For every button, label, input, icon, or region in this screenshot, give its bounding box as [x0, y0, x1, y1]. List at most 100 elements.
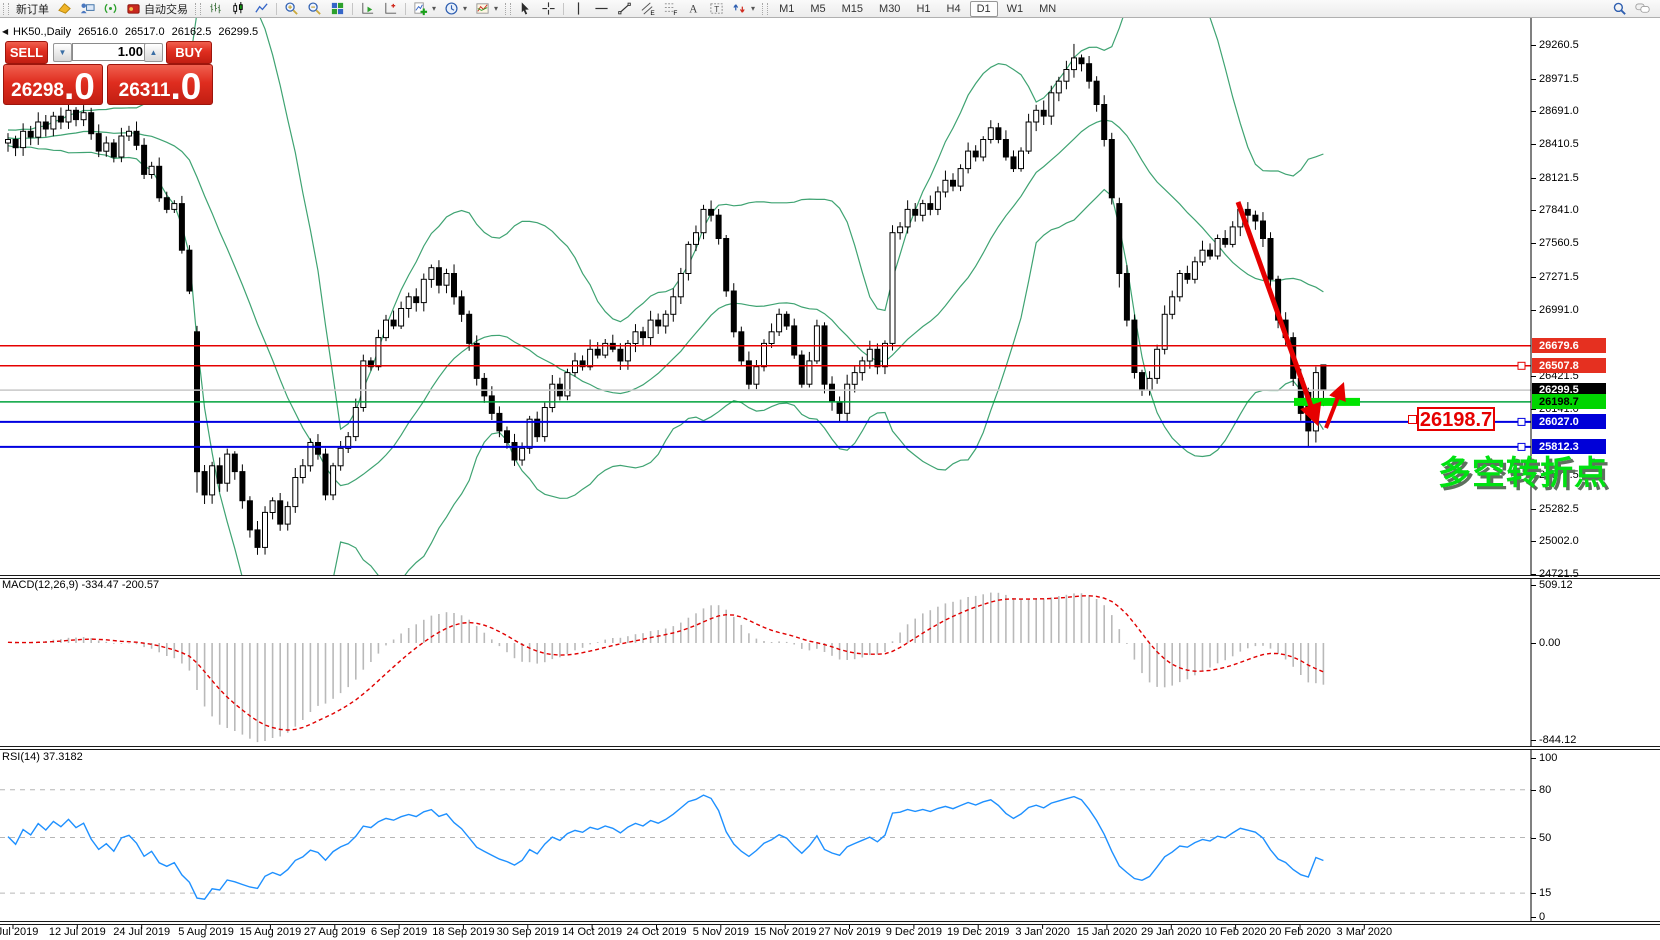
metaeditor-button[interactable] — [76, 1, 99, 17]
text-label-button[interactable]: T — [705, 1, 728, 17]
chevron-down-icon: ▾ — [751, 4, 755, 13]
svg-text:F: F — [673, 10, 677, 16]
zoom-out-icon — [307, 1, 322, 16]
price-tick-26991.0: 26991.0 — [1539, 304, 1579, 316]
timeframe-M15-button[interactable]: M15 — [835, 1, 870, 17]
chart-shift-icon — [383, 1, 398, 16]
price-tick-27560.5: 27560.5 — [1539, 237, 1579, 249]
zoom-in-button[interactable] — [280, 1, 303, 17]
price-badge-26198.7: 26198.7 — [1532, 394, 1606, 409]
timeframe-H1-button[interactable]: H1 — [909, 1, 937, 17]
price-callout-label[interactable]: 26198.7 — [1417, 407, 1495, 431]
candlestick-chart-button[interactable] — [227, 1, 250, 17]
toolbar-grip — [3, 3, 9, 15]
signals-button[interactable] — [99, 1, 122, 17]
tile-windows-button[interactable] — [326, 1, 349, 17]
price-tick-28971.5: 28971.5 — [1539, 73, 1579, 85]
horizontal-line-icon — [594, 1, 609, 16]
price-tick-25282.5: 25282.5 — [1539, 503, 1579, 515]
svg-text:A: A — [689, 4, 698, 16]
volume-increase-button[interactable]: ▲ — [144, 43, 163, 62]
tile-windows-icon — [330, 1, 345, 16]
chart-title: HK50.,Daily26516.026517.026162.526299.5 — [13, 26, 265, 38]
timeframe-M30-button[interactable]: M30 — [872, 1, 907, 17]
pane-divider[interactable] — [0, 921, 1660, 925]
zoom-out-button[interactable] — [303, 1, 326, 17]
timeframe-D1-button[interactable]: D1 — [970, 1, 998, 17]
chart-candles-icon — [231, 1, 246, 16]
toolbar-grip — [505, 3, 511, 15]
toolbar-separator — [405, 3, 406, 15]
crosshair-button[interactable] — [537, 1, 560, 17]
sell-button[interactable]: SELL — [5, 41, 48, 64]
macd-tick-0.00: 0.00 — [1539, 637, 1560, 649]
chart-shift-button[interactable] — [379, 1, 402, 17]
equidistant-channel-button[interactable]: E — [636, 1, 659, 17]
timeframe-M1-button[interactable]: M1 — [772, 1, 801, 17]
periods-button[interactable]: ▾ — [440, 1, 471, 17]
timeframe-M5-button[interactable]: M5 — [803, 1, 832, 17]
channel-e-icon: E — [640, 1, 655, 16]
new-order-button[interactable]: 新订单 — [12, 1, 53, 17]
turning-point-note[interactable]: 多空转折点 — [1438, 446, 1608, 494]
pane-divider[interactable] — [0, 575, 1660, 579]
down-trend-arrow[interactable] — [1238, 202, 1316, 420]
vertical-line-button[interactable] — [567, 1, 590, 17]
bid-price-frac: .0 — [64, 72, 95, 102]
vertical-line-icon — [571, 1, 586, 16]
fibonacci-button[interactable]: F — [659, 1, 682, 17]
trendline-button[interactable] — [613, 1, 636, 17]
bar-chart-button[interactable] — [204, 1, 227, 17]
price-tick-27841.0: 27841.0 — [1539, 204, 1579, 216]
auto-scroll-button[interactable] — [356, 1, 379, 17]
timeframe-group: M1M5M15M30H1H4D1W1MN — [771, 1, 1064, 17]
indicators-button[interactable]: ▾ — [409, 1, 440, 17]
chevron-down-icon: ▾ — [432, 4, 436, 13]
bid-price-button[interactable]: 26298.0 — [3, 64, 103, 105]
volume-input[interactable]: 1.00 — [72, 43, 150, 61]
main-toolbar: 新订单 自动交易 — [0, 0, 1660, 18]
bar-open-value: 26516.0 — [78, 26, 118, 38]
line-handle[interactable] — [1518, 418, 1525, 425]
price-tick-29260.5: 29260.5 — [1539, 39, 1579, 51]
one-click-trading-panel: SELL ▼ 1.00 ▲ BUY 26298.0 26311.0 — [3, 41, 213, 127]
toolbar-separator — [352, 3, 353, 15]
cursor-button[interactable] — [514, 1, 537, 17]
toolbar-separator — [563, 3, 564, 15]
rsi-line — [8, 795, 1323, 899]
clock-icon — [444, 1, 459, 16]
chart-canvas — [0, 0, 1660, 940]
support-highlight-bar[interactable] — [1294, 398, 1360, 406]
signal-icon — [103, 1, 118, 16]
macd-tick-509.12: 509.12 — [1539, 579, 1573, 591]
buy-button[interactable]: BUY — [166, 41, 212, 64]
arrows-button[interactable]: ▾ — [728, 1, 759, 17]
timeframe-W1-button[interactable]: W1 — [1000, 1, 1031, 17]
horizontal-line-button[interactable] — [590, 1, 613, 17]
rsi-tick-80: 80 — [1539, 784, 1551, 796]
svg-text:E: E — [650, 10, 655, 16]
autotrading-button[interactable]: 自动交易 — [122, 1, 192, 17]
bar-high-value: 26517.0 — [125, 26, 165, 38]
deposit-button[interactable] — [53, 1, 76, 17]
rsi-label: RSI(14) 37.3182 — [2, 751, 83, 763]
pane-divider[interactable] — [0, 746, 1660, 750]
toolbar-separator — [276, 3, 277, 15]
timeframe-MN-button[interactable]: MN — [1032, 1, 1063, 17]
line-chart-button[interactable] — [250, 1, 273, 17]
volume-decrease-button[interactable]: ▼ — [53, 43, 72, 62]
search-icon[interactable] — [1612, 1, 1627, 16]
ask-price-button[interactable]: 26311.0 — [107, 64, 213, 105]
price-callout-handle[interactable] — [1408, 415, 1417, 424]
chat-icon[interactable] — [1635, 1, 1650, 16]
text-button[interactable]: A — [682, 1, 705, 17]
svg-text:T: T — [714, 4, 719, 14]
autotrade-label: 自动交易 — [144, 1, 188, 17]
add-indicator-icon — [413, 1, 428, 16]
toolbar-right-group — [1612, 1, 1650, 16]
bar-close-value: 26299.5 — [218, 26, 258, 38]
templates-button[interactable]: ▾ — [471, 1, 502, 17]
line-handle[interactable] — [1518, 362, 1525, 369]
price-badge-26507.8: 26507.8 — [1532, 358, 1606, 373]
timeframe-H4-button[interactable]: H4 — [940, 1, 968, 17]
